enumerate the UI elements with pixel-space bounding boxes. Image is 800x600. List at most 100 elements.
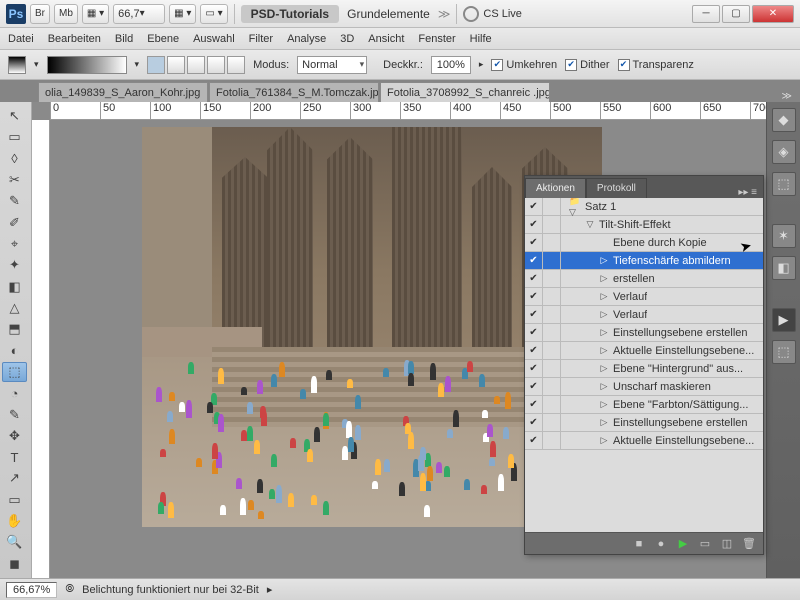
menu-hilfe[interactable]: Hilfe bbox=[470, 33, 492, 45]
dialog-toggle-icon[interactable] bbox=[543, 378, 561, 395]
tool-14[interactable]: ✎ bbox=[2, 404, 27, 424]
tool-20[interactable]: 🔍 bbox=[2, 532, 27, 552]
toggle-check-icon[interactable]: ✔ bbox=[525, 306, 543, 323]
screen-mode-button[interactable]: ▦ ▾ bbox=[82, 4, 109, 24]
toggle-check-icon[interactable]: ✔ bbox=[525, 198, 543, 215]
tool-12[interactable]: ⬚ bbox=[2, 362, 27, 382]
menu-ebene[interactable]: Ebene bbox=[147, 33, 179, 45]
tool-3[interactable]: ✂ bbox=[2, 170, 27, 190]
tool-17[interactable]: ↗ bbox=[2, 468, 27, 488]
toggle-check-icon[interactable]: ✔ bbox=[525, 252, 543, 269]
zoom-combo[interactable]: 66,7 ▾ bbox=[113, 4, 165, 24]
disclosure-icon[interactable]: ▷ bbox=[597, 435, 611, 446]
disclosure-icon[interactable]: ▷ bbox=[597, 309, 611, 320]
gradient-type-segments[interactable] bbox=[147, 56, 245, 74]
dialog-toggle-icon[interactable] bbox=[543, 216, 561, 233]
toggle-check-icon[interactable]: ✔ bbox=[525, 234, 543, 251]
record-button[interactable]: ● bbox=[651, 536, 671, 552]
dialog-toggle-icon[interactable] bbox=[543, 288, 561, 305]
close-button[interactable]: ✕ bbox=[752, 5, 794, 23]
disclosure-icon[interactable]: ▷ bbox=[597, 399, 611, 410]
action-row[interactable]: ✔▷Verlauf bbox=[525, 288, 763, 306]
cs-live-button[interactable]: CS Live bbox=[463, 6, 522, 22]
action-row[interactable]: ✔▷Einstellungsebene erstellen bbox=[525, 414, 763, 432]
panel-menu-icon[interactable]: ▸▸ ≡ bbox=[732, 187, 763, 198]
dock-icon-5[interactable]: ◧ bbox=[772, 256, 796, 280]
tab-overflow-icon[interactable]: ≫ bbox=[774, 91, 800, 102]
dialog-toggle-icon[interactable] bbox=[543, 198, 561, 215]
action-row[interactable]: ✔▷Unscharf maskieren bbox=[525, 378, 763, 396]
dialog-toggle-icon[interactable] bbox=[543, 234, 561, 251]
dock-icon-7[interactable]: ▶ bbox=[772, 308, 796, 332]
dialog-toggle-icon[interactable] bbox=[543, 396, 561, 413]
transparenz-checkbox[interactable]: ✔Transparenz bbox=[618, 59, 694, 71]
disclosure-icon[interactable]: ▷ bbox=[597, 291, 611, 302]
minibridge-button[interactable]: Mb bbox=[54, 4, 78, 24]
more-icon[interactable]: ≫ bbox=[438, 7, 451, 21]
action-row[interactable]: ✔▷Verlauf bbox=[525, 306, 763, 324]
menu-bearbeiten[interactable]: Bearbeiten bbox=[48, 33, 101, 45]
dialog-toggle-icon[interactable] bbox=[543, 342, 561, 359]
tool-21[interactable]: ◼ bbox=[2, 554, 27, 574]
toggle-check-icon[interactable]: ✔ bbox=[525, 414, 543, 431]
action-row[interactable]: ✔▷Ebene "Farbton/Sättigung... bbox=[525, 396, 763, 414]
tab-close-icon[interactable]: × bbox=[206, 87, 208, 98]
tool-8[interactable]: ◧ bbox=[2, 277, 27, 297]
tool-15[interactable]: ✥ bbox=[2, 426, 27, 446]
tool-10[interactable]: ⬒ bbox=[2, 319, 27, 339]
dialog-toggle-icon[interactable] bbox=[543, 432, 561, 449]
menu-ansicht[interactable]: Ansicht bbox=[368, 33, 404, 45]
toggle-check-icon[interactable]: ✔ bbox=[525, 288, 543, 305]
action-row[interactable]: ✔▷Einstellungsebene erstellen bbox=[525, 324, 763, 342]
tool-5[interactable]: ✐ bbox=[2, 213, 27, 233]
bridge-button[interactable]: Br bbox=[30, 4, 50, 24]
new-set-button[interactable]: ▭ bbox=[695, 536, 715, 552]
tool-preset-button[interactable] bbox=[8, 56, 26, 74]
action-row[interactable]: ✔▷Tiefenschärfe abmildern bbox=[525, 252, 763, 270]
arrange-button[interactable]: ▦ ▾ bbox=[169, 4, 196, 24]
tab-protokoll[interactable]: Protokoll bbox=[586, 178, 647, 198]
dock-icon-8[interactable]: ⬚ bbox=[772, 340, 796, 364]
document-tab[interactable]: olia_149839_S_Aaron_Kohr.jpg× bbox=[38, 82, 208, 102]
tool-13[interactable]: ◔ bbox=[2, 383, 27, 403]
tool-19[interactable]: ✋ bbox=[2, 511, 27, 531]
tool-16[interactable]: T bbox=[2, 447, 27, 467]
action-row[interactable]: ✔Ebene durch Kopie bbox=[525, 234, 763, 252]
action-row[interactable]: ✔▷erstellen bbox=[525, 270, 763, 288]
menu-filter[interactable]: Filter bbox=[249, 33, 273, 45]
toggle-check-icon[interactable]: ✔ bbox=[525, 342, 543, 359]
action-row[interactable]: ✔📁▽Satz 1 bbox=[525, 198, 763, 216]
stop-button[interactable]: ■ bbox=[629, 536, 649, 552]
disclosure-icon[interactable]: ▷ bbox=[597, 255, 611, 266]
dock-icon-0[interactable]: ◆ bbox=[772, 108, 796, 132]
menu-datei[interactable]: Datei bbox=[8, 33, 34, 45]
menu-bild[interactable]: Bild bbox=[115, 33, 133, 45]
disclosure-icon[interactable]: ▷ bbox=[597, 363, 611, 374]
toggle-check-icon[interactable]: ✔ bbox=[525, 378, 543, 395]
toggle-check-icon[interactable]: ✔ bbox=[525, 324, 543, 341]
status-arrow-icon[interactable]: ▸ bbox=[267, 583, 273, 596]
menu-analyse[interactable]: Analyse bbox=[287, 33, 326, 45]
dialog-toggle-icon[interactable] bbox=[543, 414, 561, 431]
gradient-preview[interactable] bbox=[47, 56, 127, 74]
dock-icon-4[interactable]: ✶ bbox=[772, 224, 796, 248]
disclosure-icon[interactable]: ▷ bbox=[597, 381, 611, 392]
disclosure-icon[interactable]: ▷ bbox=[597, 273, 611, 284]
dock-icon-1[interactable]: ◈ bbox=[772, 140, 796, 164]
disclosure-icon[interactable]: ▽ bbox=[583, 219, 597, 230]
dialog-toggle-icon[interactable] bbox=[543, 324, 561, 341]
toggle-check-icon[interactable]: ✔ bbox=[525, 216, 543, 233]
tool-0[interactable]: ↖ bbox=[2, 106, 27, 126]
disclosure-icon[interactable]: 📁▽ bbox=[569, 198, 583, 218]
toggle-check-icon[interactable]: ✔ bbox=[525, 396, 543, 413]
extras-button[interactable]: ▭ ▾ bbox=[200, 4, 227, 24]
tool-4[interactable]: ✎ bbox=[2, 191, 27, 211]
toggle-check-icon[interactable]: ✔ bbox=[525, 360, 543, 377]
action-row[interactable]: ✔▷Aktuelle Einstellungsebene... bbox=[525, 432, 763, 450]
new-action-button[interactable]: ◫ bbox=[717, 536, 737, 552]
delete-button[interactable]: 🗑 bbox=[739, 536, 759, 552]
zoom-status[interactable]: 66,67% bbox=[6, 582, 57, 598]
document-tab[interactable]: Fotolia_3708992_S_chanreic .jpg bei 66,7… bbox=[380, 82, 550, 102]
action-row[interactable]: ✔▷Aktuelle Einstellungsebene... bbox=[525, 342, 763, 360]
document-tab[interactable]: Fotolia_761384_S_M.Tomczak.jpg× bbox=[209, 82, 379, 102]
